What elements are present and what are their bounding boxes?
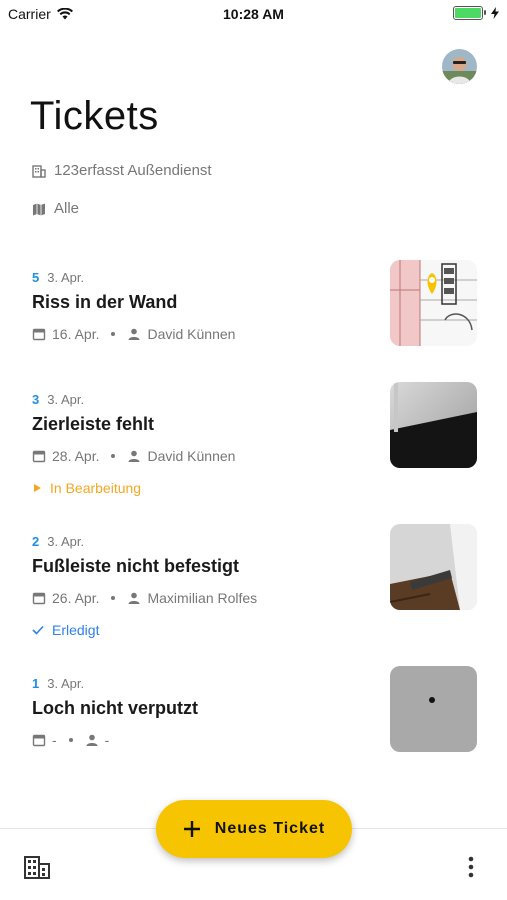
ticket-status: In Bearbeitung [32,480,141,496]
separator-dot [111,596,116,600]
plus-icon [183,821,200,837]
avatar[interactable] [442,49,477,84]
ticket-number: 5 [32,270,40,285]
charging-bolt-icon [491,7,499,19]
ticket-assignee: Maximilian Rolfes [147,590,258,606]
separator-dot [111,332,116,336]
user-avatar-icon [442,49,477,84]
ticket-created-date: 3. Apr. [47,392,85,407]
ticket-created-date: 3. Apr. [47,676,85,691]
calendar-icon [32,592,46,605]
person-icon [86,734,98,746]
ticket-status-label: Erledigt [52,622,100,638]
ticket-thumbnail [390,666,477,752]
ticket-title: Fußleiste nicht befestigt [32,556,240,576]
new-ticket-button[interactable]: Neues Ticket [156,800,352,858]
company-row[interactable]: 123erfasst Außendienst [32,162,212,179]
status-time: 10:28 AM [223,6,284,22]
status-right [453,6,499,20]
ticket-title: Riss in der Wand [32,292,178,312]
ticket-thumbnail [390,524,477,610]
calendar-icon [32,734,46,747]
map-icon [33,203,45,215]
ticket-header: 1 3. Apr. [32,676,84,691]
map-plan-with-pin-icon [390,260,477,346]
company-label: 123erfasst Außendienst [54,162,212,179]
ticket-due-date: 16. Apr. [52,326,100,342]
ticket-assignee: David Künnen [147,326,236,342]
filter-label: Alle [54,200,80,217]
calendar-icon [32,328,46,341]
ticket-meta: - - [32,732,109,748]
ticket-due-date: 26. Apr. [52,590,100,606]
status-bar: Carrier 10:28 AM [0,0,507,28]
building-icon[interactable] [24,855,50,879]
ticket-header: 2 3. Apr. [32,534,84,549]
photo-hole-in-wall-icon [390,666,477,752]
check-icon [32,625,44,635]
ticket-due-date: 28. Apr. [52,448,100,464]
ticket-meta: 28. Apr. David Künnen [32,448,235,464]
separator-dot [111,454,116,458]
ticket-created-date: 3. Apr. [47,534,85,549]
page-title: Tickets [30,94,159,138]
calendar-icon [32,450,46,463]
ticket-status-label: In Bearbeitung [50,480,142,496]
ticket-title: Loch nicht verputzt [32,698,198,718]
ticket-thumbnail [390,260,477,346]
more-vertical-icon[interactable] [462,855,480,879]
ticket-header: 5 3. Apr. [32,270,84,285]
photo-wall-edge-icon [390,382,477,468]
ticket-due-date: - [52,732,57,748]
ticket-meta: 16. Apr. David Künnen [32,326,235,342]
photo-baseboard-icon [390,524,477,610]
ticket-number: 2 [32,534,40,549]
ticket-status: Erledigt [32,622,99,638]
ticket-created-date: 3. Apr. [47,270,85,285]
person-icon [128,592,140,604]
ticket-header: 3 3. Apr. [32,392,84,407]
separator-dot [68,738,73,742]
filter-row[interactable]: Alle [32,200,79,217]
ticket-thumbnail [390,382,477,468]
ticket-assignee: David Künnen [147,448,236,464]
ticket-assignee: - [104,732,110,748]
building-icon [32,164,46,178]
play-icon [34,484,41,492]
person-icon [128,450,140,462]
new-ticket-label: Neues Ticket [214,820,326,837]
ticket-title: Zierleiste fehlt [32,414,155,434]
ticket-meta: 26. Apr. Maximilian Rolfes [32,590,257,606]
ticket-number: 1 [32,676,40,691]
ticket-number: 3 [32,392,40,407]
person-icon [128,328,140,340]
battery-icon [453,6,486,20]
